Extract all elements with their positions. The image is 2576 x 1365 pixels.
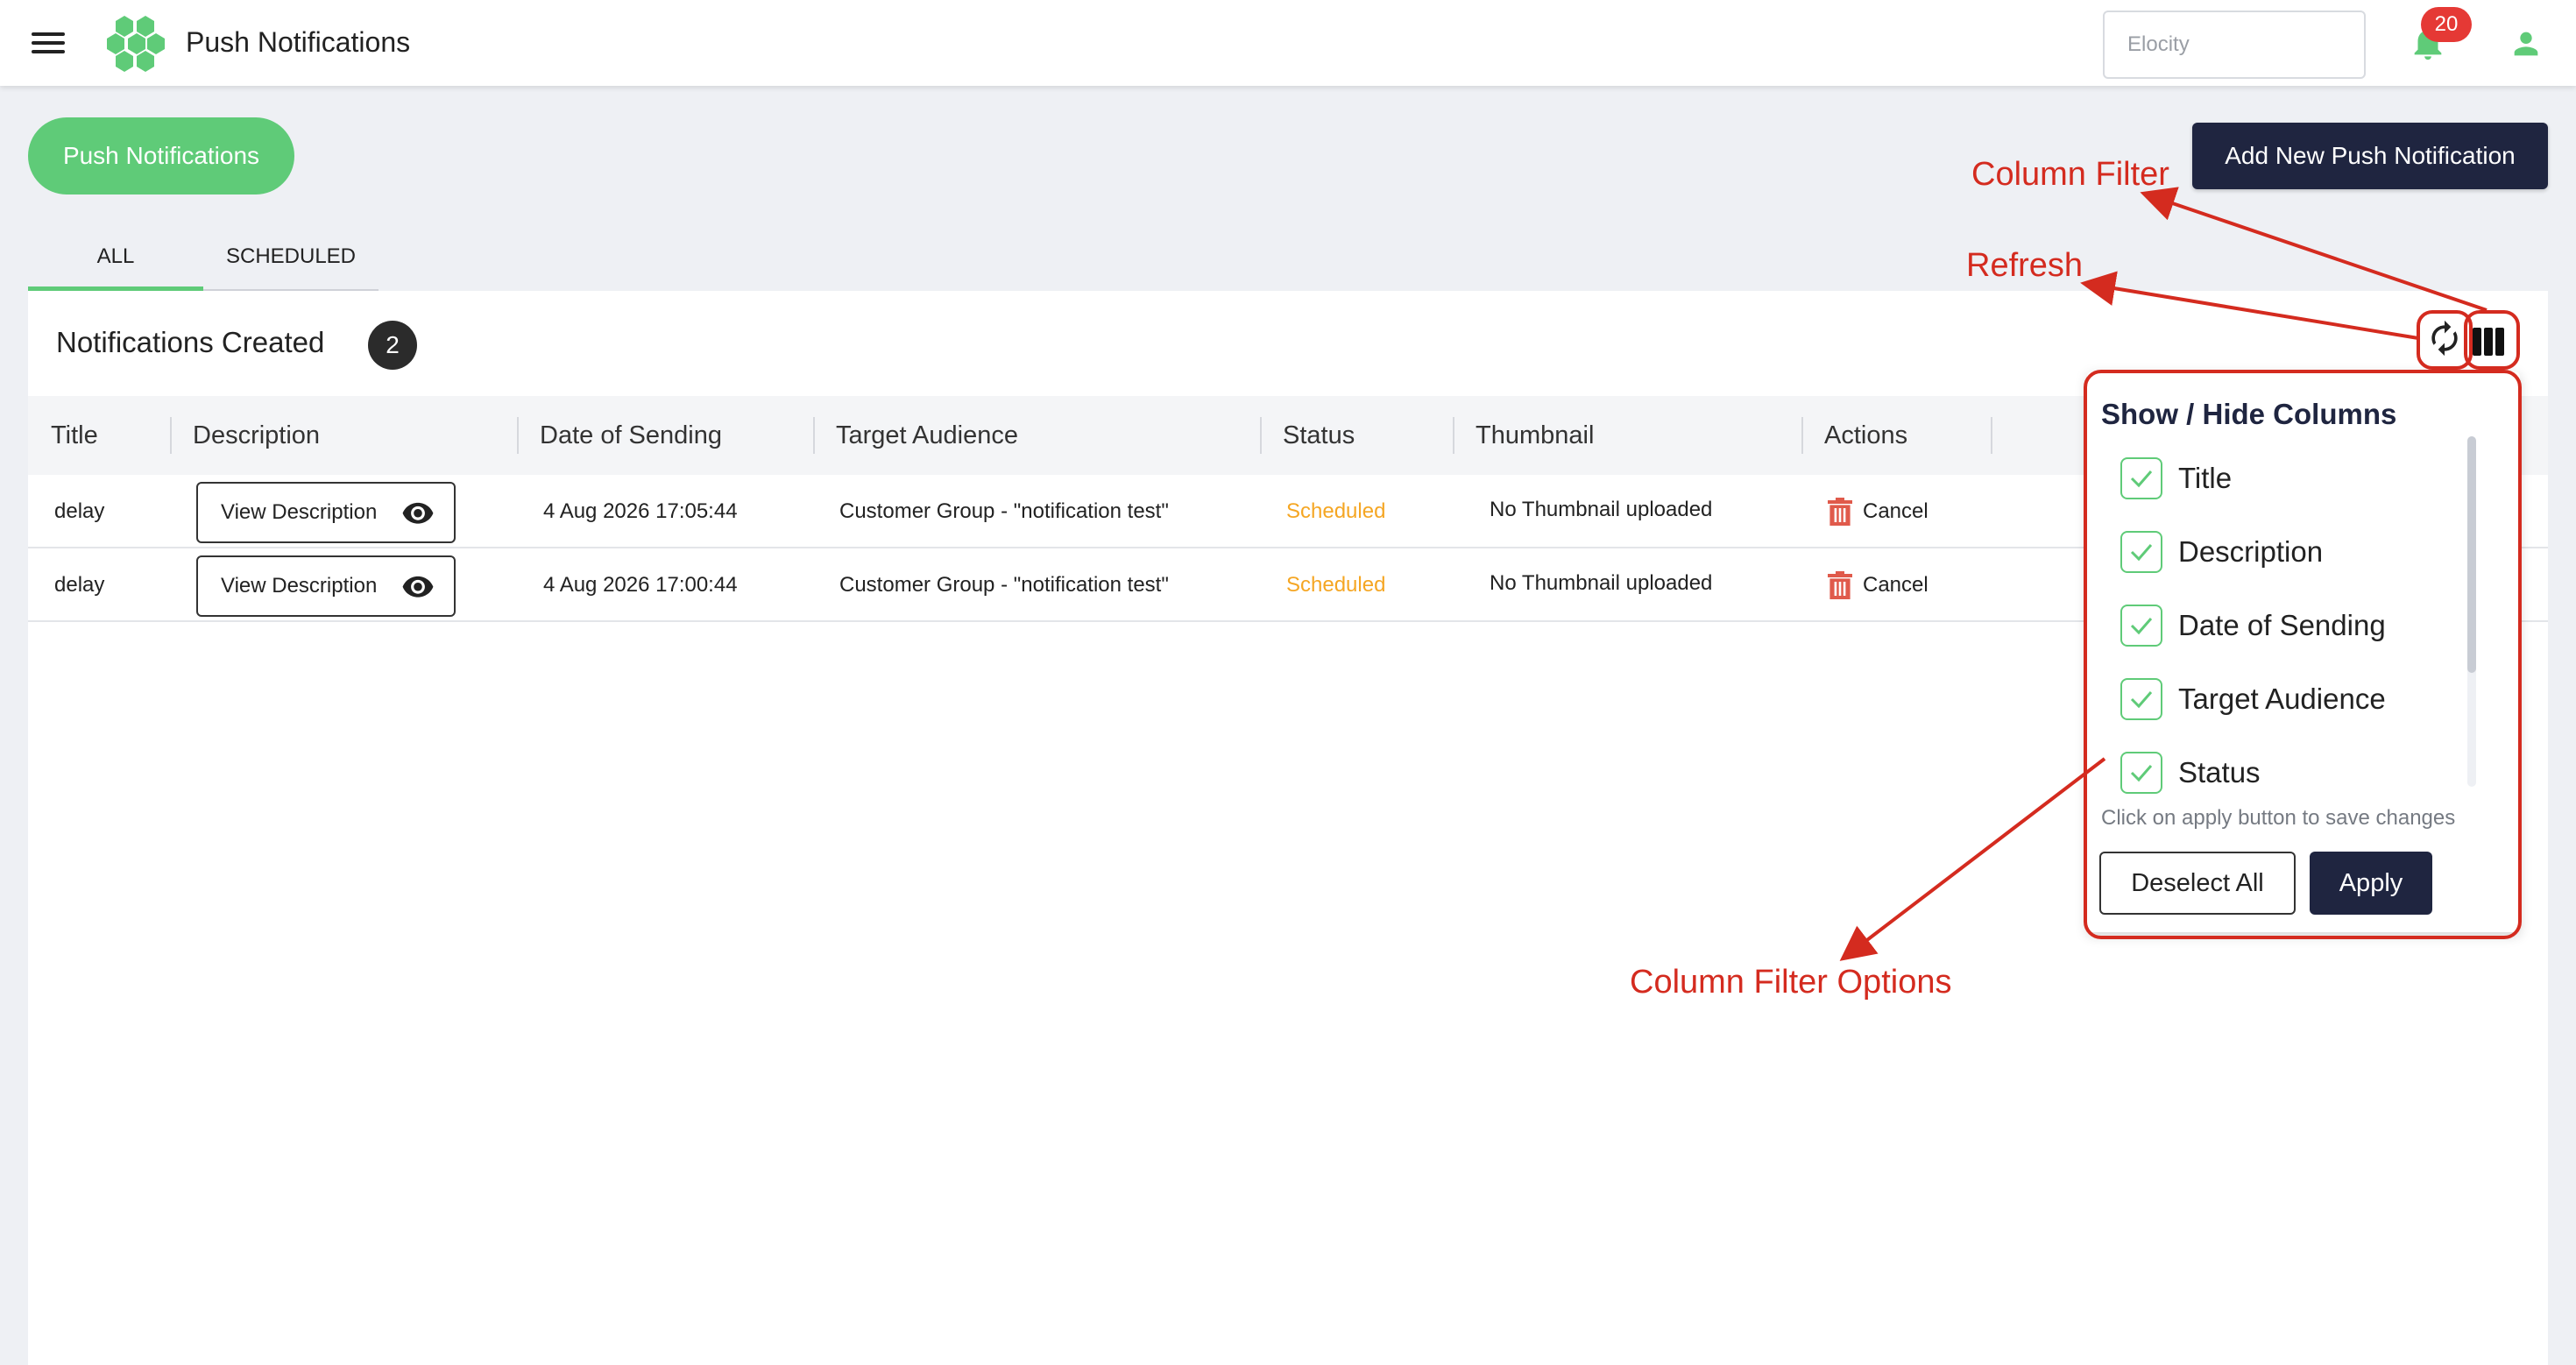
add-push-notification-button[interactable]: Add New Push Notification <box>2192 123 2548 189</box>
column-header-date[interactable]: Date of Sending <box>540 396 722 475</box>
check-icon <box>2130 765 2153 782</box>
tab-scheduled[interactable]: SCHEDULED <box>203 237 379 291</box>
cell-audience: Customer Group - "notification test" <box>839 573 1169 597</box>
annotation-column-filter: Column Filter <box>1971 156 2169 193</box>
column-divider <box>813 417 815 454</box>
top-app-bar: Push Notifications 20 <box>0 0 2576 86</box>
column-option-status[interactable]: Status <box>2120 746 2471 799</box>
cancel-label: Cancel <box>1863 573 1928 597</box>
cell-date: 4 Aug 2026 17:00:44 <box>543 573 738 597</box>
tab-all[interactable]: ALL <box>28 237 203 291</box>
table-title: Notifications Created <box>56 326 325 358</box>
cell-thumbnail: No Thumbnail uploaded <box>1490 498 1713 521</box>
organization-search-input[interactable] <box>2103 11 2366 79</box>
view-description-button[interactable]: View Description <box>196 555 456 617</box>
menu-icon[interactable] <box>32 30 67 56</box>
eye-icon <box>402 576 434 598</box>
cell-title: delay <box>54 573 105 597</box>
apply-hint: Click on apply button to save changes <box>2101 806 2456 830</box>
cell-thumbnail: No Thumbnail uploaded <box>1490 571 1713 595</box>
option-label: Date of Sending <box>2178 609 2386 641</box>
trash-icon <box>1828 571 1852 599</box>
cell-status: Scheduled <box>1286 499 1386 523</box>
logo-icon <box>107 16 165 72</box>
column-header-status[interactable]: Status <box>1283 396 1355 475</box>
cell-title: delay <box>54 499 105 523</box>
count-badge: 2 <box>368 321 417 370</box>
column-header-thumbnail[interactable]: Thumbnail <box>1476 396 1594 475</box>
section-pill: Push Notifications <box>28 117 294 194</box>
checkbox[interactable] <box>2120 605 2162 647</box>
annotation-refresh: Refresh <box>1966 247 2084 284</box>
column-header-description[interactable]: Description <box>193 396 320 475</box>
column-option-target-audience[interactable]: Target Audience <box>2120 673 2471 725</box>
column-filter-popup: Show / Hide Columns Title Description Da… <box>2087 371 2520 932</box>
view-description-label: View Description <box>221 500 378 524</box>
columns-icon[interactable] <box>2473 328 2504 356</box>
options-scrollbar[interactable] <box>2467 436 2476 787</box>
column-header-title[interactable]: Title <box>51 396 98 475</box>
cell-date: 4 Aug 2026 17:05:44 <box>543 499 738 523</box>
apply-button[interactable]: Apply <box>2310 852 2432 915</box>
check-icon <box>2130 691 2153 709</box>
column-option-description[interactable]: Description <box>2120 526 2471 578</box>
column-header-actions[interactable]: Actions <box>1824 396 1907 475</box>
cell-status: Scheduled <box>1286 573 1386 597</box>
column-divider <box>170 417 172 454</box>
check-icon <box>2130 544 2153 562</box>
trash-icon <box>1828 498 1852 526</box>
column-option-date-of-sending[interactable]: Date of Sending <box>2120 599 2471 652</box>
column-divider <box>1260 417 1262 454</box>
check-icon <box>2130 470 2153 488</box>
refresh-icon[interactable] <box>2425 319 2464 357</box>
checkbox[interactable] <box>2120 457 2162 499</box>
column-header-audience[interactable]: Target Audience <box>836 396 1018 475</box>
view-description-label: View Description <box>221 574 378 598</box>
column-divider <box>1801 417 1803 454</box>
checkbox[interactable] <box>2120 752 2162 794</box>
notification-count-badge: 20 <box>2421 7 2472 42</box>
column-option-title[interactable]: Title <box>2120 452 2471 505</box>
eye-icon <box>402 502 434 524</box>
option-label: Target Audience <box>2178 682 2386 715</box>
option-label: Status <box>2178 756 2261 789</box>
scroll-thumb[interactable] <box>2467 436 2476 673</box>
cancel-label: Cancel <box>1863 499 1928 523</box>
deselect-all-button[interactable]: Deselect All <box>2099 852 2296 915</box>
option-label: Title <box>2178 462 2233 494</box>
view-description-button[interactable]: View Description <box>196 482 456 543</box>
column-divider <box>1453 417 1454 454</box>
column-divider <box>1991 417 1992 454</box>
option-label: Description <box>2178 535 2324 568</box>
user-icon[interactable] <box>2508 26 2544 61</box>
cell-audience: Customer Group - "notification test" <box>839 499 1169 523</box>
app-title: Push Notifications <box>186 26 411 58</box>
annotation-column-filter-options: Column Filter Options <box>1630 964 1952 1001</box>
checkbox[interactable] <box>2120 678 2162 720</box>
checkbox[interactable] <box>2120 531 2162 573</box>
popup-title: Show / Hide Columns <box>2101 398 2397 430</box>
column-divider <box>517 417 519 454</box>
check-icon <box>2130 618 2153 635</box>
